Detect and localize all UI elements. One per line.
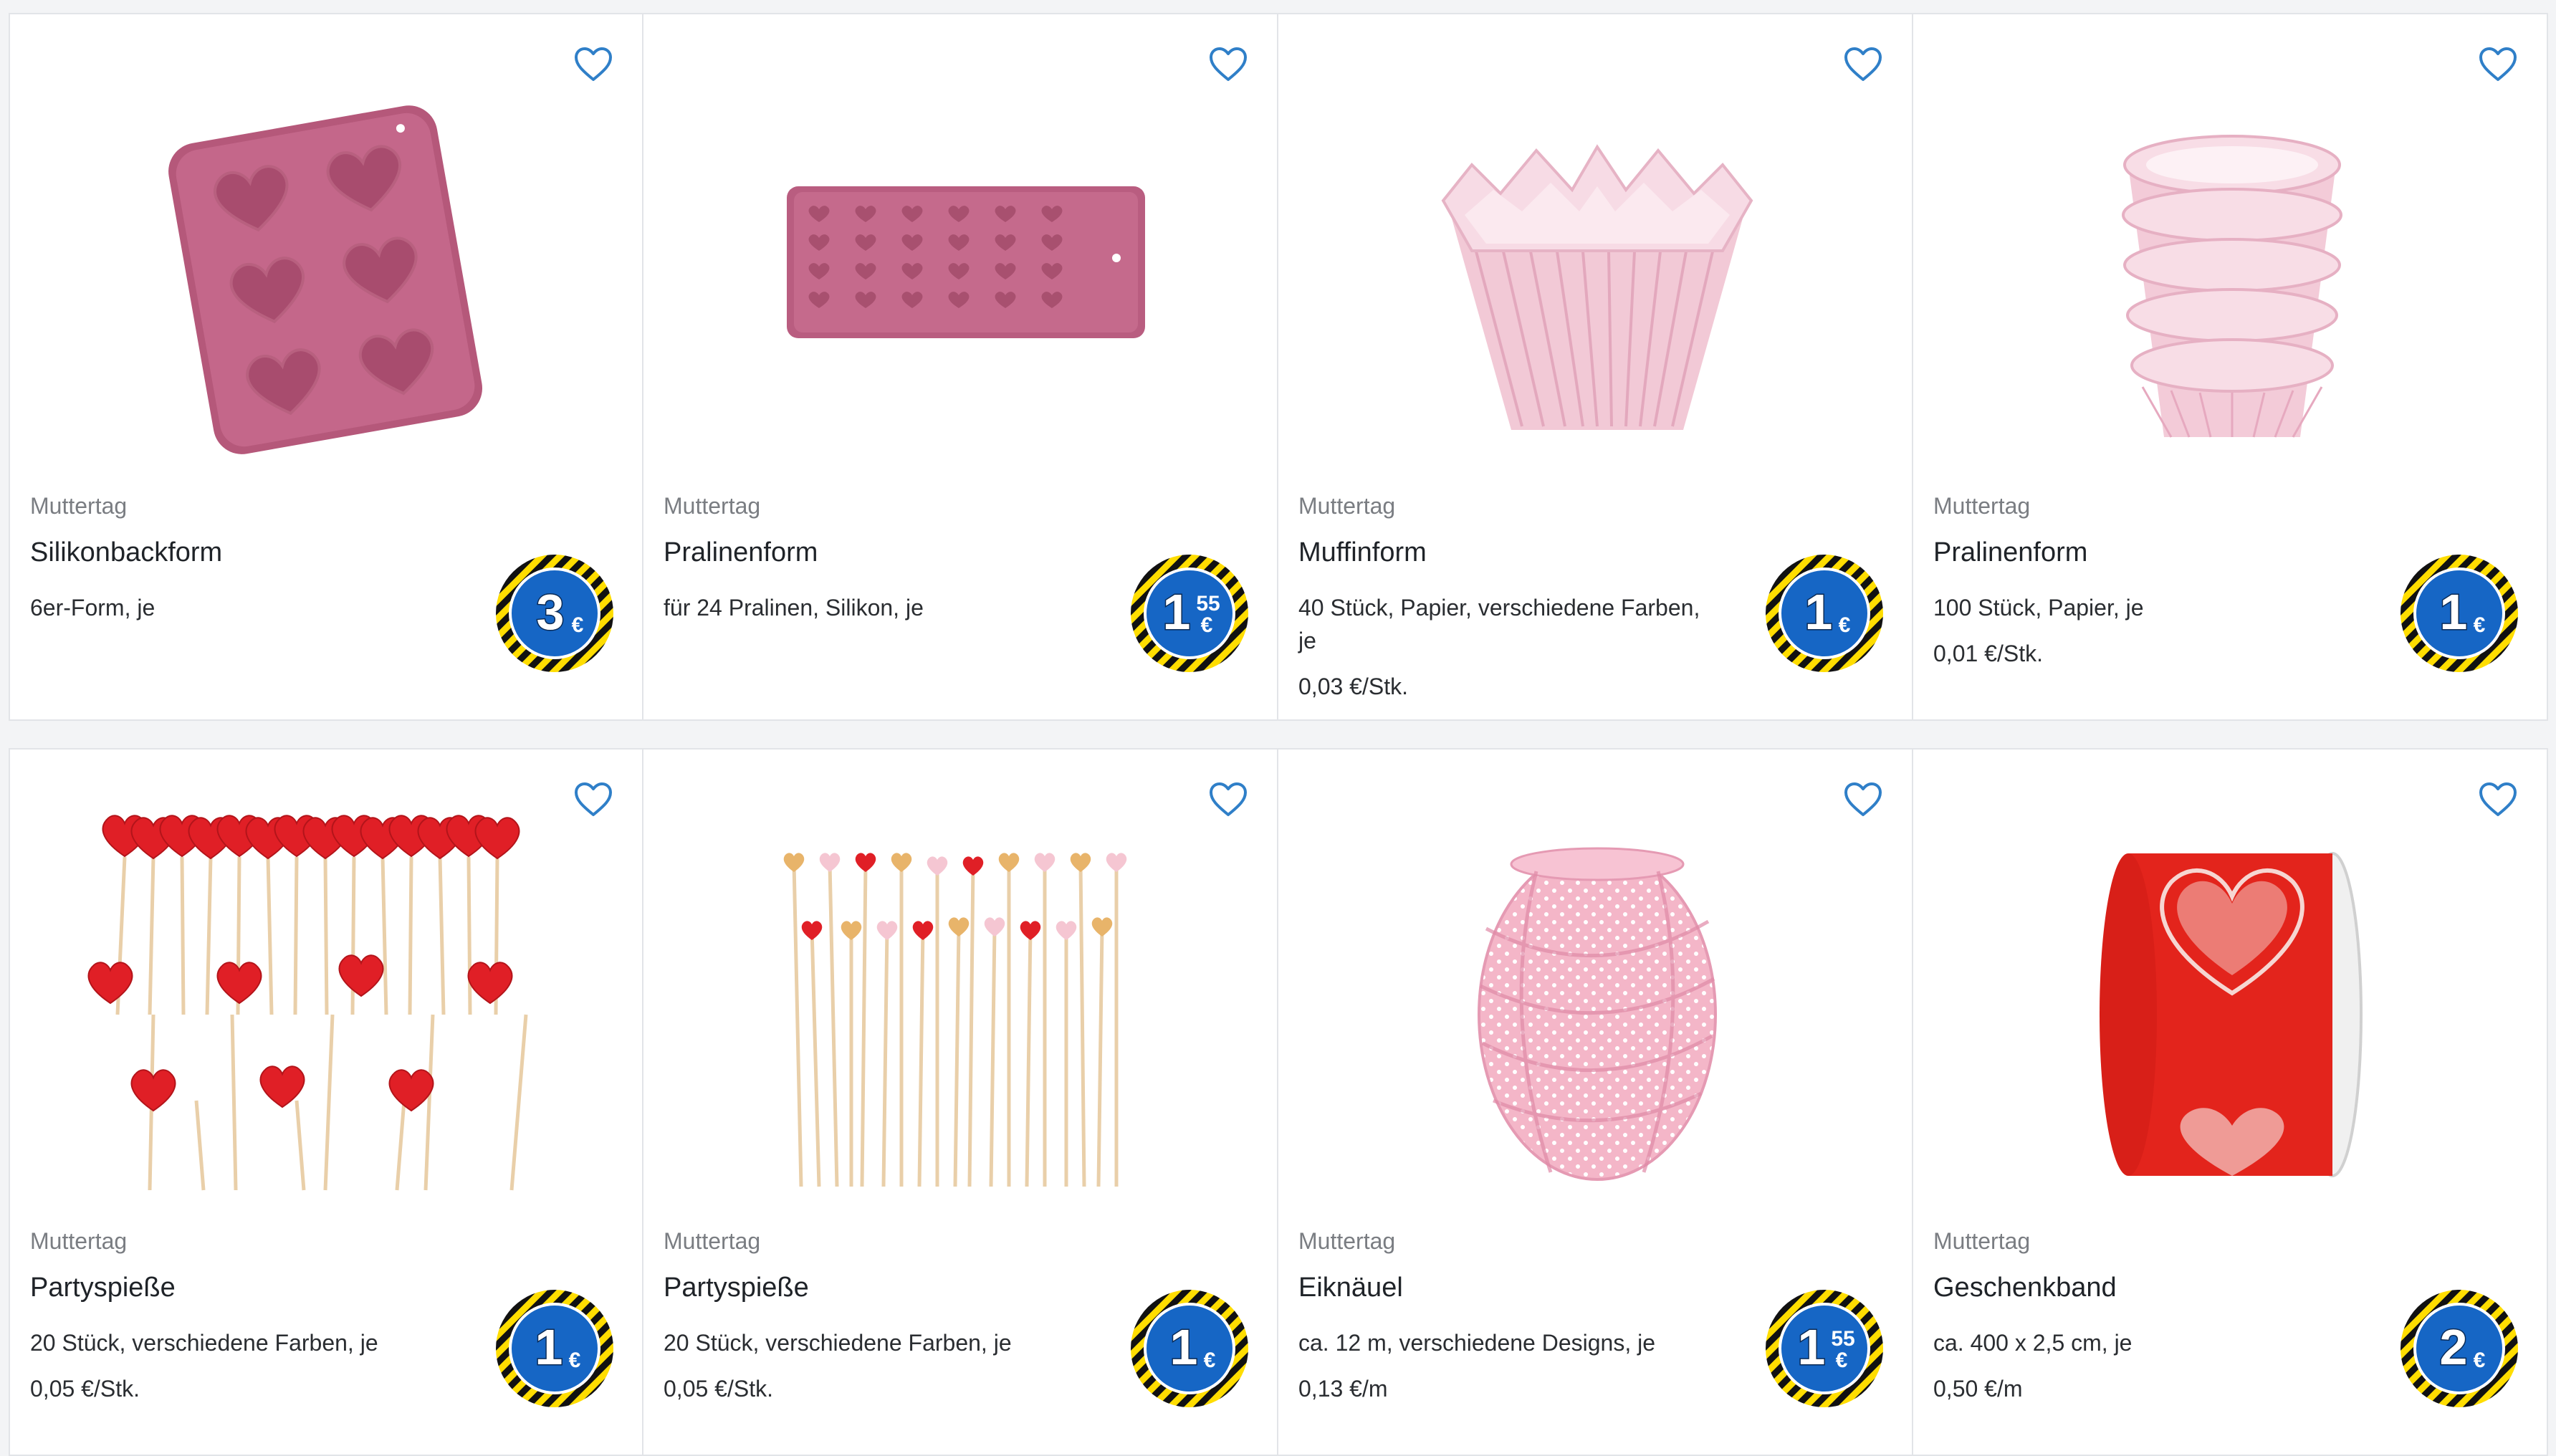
product-image[interactable] xyxy=(686,64,1235,466)
paper-praline-cups-image xyxy=(2122,135,2342,438)
product-image[interactable] xyxy=(686,800,1235,1201)
paper-muffin-cups-image xyxy=(1441,144,1753,430)
product-description: 20 Stück, verschiedene Farben, je 0,05 €… xyxy=(30,1326,446,1405)
product-description-text: 20 Stück, verschiedene Farben, je xyxy=(30,1330,378,1356)
price-euro: 1 xyxy=(2440,584,2468,640)
price-currency: € xyxy=(1836,1349,1848,1372)
unit-price: 0,50 €/m xyxy=(1933,1376,2023,1402)
product-card[interactable]: Muttertag Geschenkband ca. 400 x 2,5 cm,… xyxy=(1912,748,2548,1456)
product-card[interactable]: Muttertag Partyspieße 20 Stück, verschie… xyxy=(9,748,643,1456)
silicone-heart-baking-mold-image xyxy=(168,105,483,454)
price-badge: 1 € xyxy=(2399,553,2519,674)
product-description: 40 Stück, Papier, verschiedene Farben, j… xyxy=(1298,591,1714,703)
product-description: ca. 12 m, verschiedene Designs, je 0,13 … xyxy=(1298,1326,1714,1405)
product-title[interactable]: Partyspieße xyxy=(664,1273,809,1303)
price-currency: € xyxy=(569,1349,581,1372)
product-image[interactable] xyxy=(1321,64,1870,466)
price-euro: 1 xyxy=(1805,584,1833,640)
product-title[interactable]: Partyspieße xyxy=(30,1273,176,1303)
product-description: ca. 400 x 2,5 cm, je 0,50 €/m xyxy=(1933,1326,2349,1405)
price-euro: 1 xyxy=(1163,584,1191,640)
price-badge: 1 € xyxy=(1764,553,1885,674)
unit-price: 0,01 €/Stk. xyxy=(1933,641,2043,666)
product-description: 20 Stück, verschiedene Farben, je 0,05 €… xyxy=(664,1326,1079,1405)
product-title[interactable]: Pralinenform xyxy=(1933,537,2087,568)
price-currency: € xyxy=(2474,1349,2486,1372)
product-card[interactable]: Muttertag Eiknäuel ca. 12 m, verschieden… xyxy=(1277,748,1913,1456)
price-badge: 1 55 € xyxy=(1129,553,1250,674)
price-euro: 1 xyxy=(535,1319,563,1375)
unit-price: 0,05 €/Stk. xyxy=(664,1376,773,1402)
unit-price: 0,03 €/Stk. xyxy=(1298,674,1408,699)
product-description: 100 Stück, Papier, je 0,01 €/Stk. xyxy=(1933,591,2349,670)
price-badge: 2 € xyxy=(2399,1288,2519,1409)
product-card[interactable]: Muttertag Silikonbackform 6er-Form, je 3… xyxy=(9,13,643,721)
product-description: 6er-Form, je xyxy=(30,591,446,624)
price-euro: 3 xyxy=(537,584,565,640)
product-title[interactable]: Pralinenform xyxy=(664,537,818,568)
product-image[interactable] xyxy=(53,64,602,466)
product-category: Muttertag xyxy=(1933,1228,2031,1254)
product-description-text: 20 Stück, verschiedene Farben, je xyxy=(664,1330,1012,1356)
unit-price: 0,05 €/Stk. xyxy=(30,1376,140,1402)
price-cents: 55 xyxy=(1196,592,1220,616)
product-description-text: 100 Stück, Papier, je xyxy=(1933,595,2144,621)
price-euro: 1 xyxy=(1170,1319,1198,1375)
price-euro: 1 xyxy=(1798,1319,1826,1375)
price-currency: € xyxy=(572,613,584,637)
product-card[interactable]: Muttertag Pralinenform für 24 Pralinen, … xyxy=(642,13,1278,721)
product-category: Muttertag xyxy=(664,493,761,519)
red-heart-party-picks-image xyxy=(87,815,528,1191)
product-category: Muttertag xyxy=(30,1228,128,1254)
product-title[interactable]: Geschenkband xyxy=(1933,1273,2117,1303)
product-description-text: 40 Stück, Papier, verschiedene Farben, j… xyxy=(1298,595,1700,653)
product-category: Muttertag xyxy=(1298,1228,1396,1254)
product-category: Muttertag xyxy=(1933,493,2031,519)
product-card[interactable]: Muttertag Partyspieße 20 Stück, verschie… xyxy=(642,748,1278,1456)
product-title[interactable]: Eiknäuel xyxy=(1298,1273,1403,1303)
product-title[interactable]: Muffinform xyxy=(1298,537,1427,568)
price-badge: 1 € xyxy=(494,1288,615,1409)
pink-dotted-ribbon-egg-image xyxy=(1478,847,1717,1181)
colored-heart-party-picks-image xyxy=(783,853,1127,1187)
product-category: Muttertag xyxy=(1298,493,1396,519)
product-description-text: für 24 Pralinen, Silikon, je xyxy=(664,595,924,621)
price-currency: € xyxy=(1839,613,1851,637)
product-card[interactable]: Muttertag Muffinform 40 Stück, Papier, v… xyxy=(1277,13,1913,721)
product-title[interactable]: Silikonbackform xyxy=(30,537,222,568)
price-currency: € xyxy=(1204,1349,1216,1372)
price-euro: 2 xyxy=(2440,1319,2468,1375)
price-badge: 3 € xyxy=(494,553,615,674)
price-badge: 1 55 € xyxy=(1764,1288,1885,1409)
price-badge: 1 € xyxy=(1129,1288,1250,1409)
product-image[interactable] xyxy=(1321,800,1870,1201)
price-currency: € xyxy=(2474,613,2486,637)
product-card[interactable]: Muttertag Pralinenform 100 Stück, Papier… xyxy=(1912,13,2548,721)
product-description-text: ca. 400 x 2,5 cm, je xyxy=(1933,1330,2133,1356)
product-description-text: 6er-Form, je xyxy=(30,595,155,621)
product-grid: Muttertag Silikonbackform 6er-Form, je 3… xyxy=(9,13,2548,1456)
product-image[interactable] xyxy=(1956,800,2505,1201)
price-cents: 55 xyxy=(1831,1327,1854,1351)
product-description-text: ca. 12 m, verschiedene Designs, je xyxy=(1298,1330,1656,1356)
product-image[interactable] xyxy=(53,800,602,1201)
product-category: Muttertag xyxy=(30,493,128,519)
red-heart-gift-ribbon-image xyxy=(2100,852,2363,1177)
silicone-praline-mold-image xyxy=(787,186,1145,338)
product-category: Muttertag xyxy=(664,1228,761,1254)
product-image[interactable] xyxy=(1956,64,2505,466)
unit-price: 0,13 €/m xyxy=(1298,1376,1388,1402)
price-currency: € xyxy=(1201,613,1213,637)
product-description: für 24 Pralinen, Silikon, je xyxy=(664,591,1079,624)
